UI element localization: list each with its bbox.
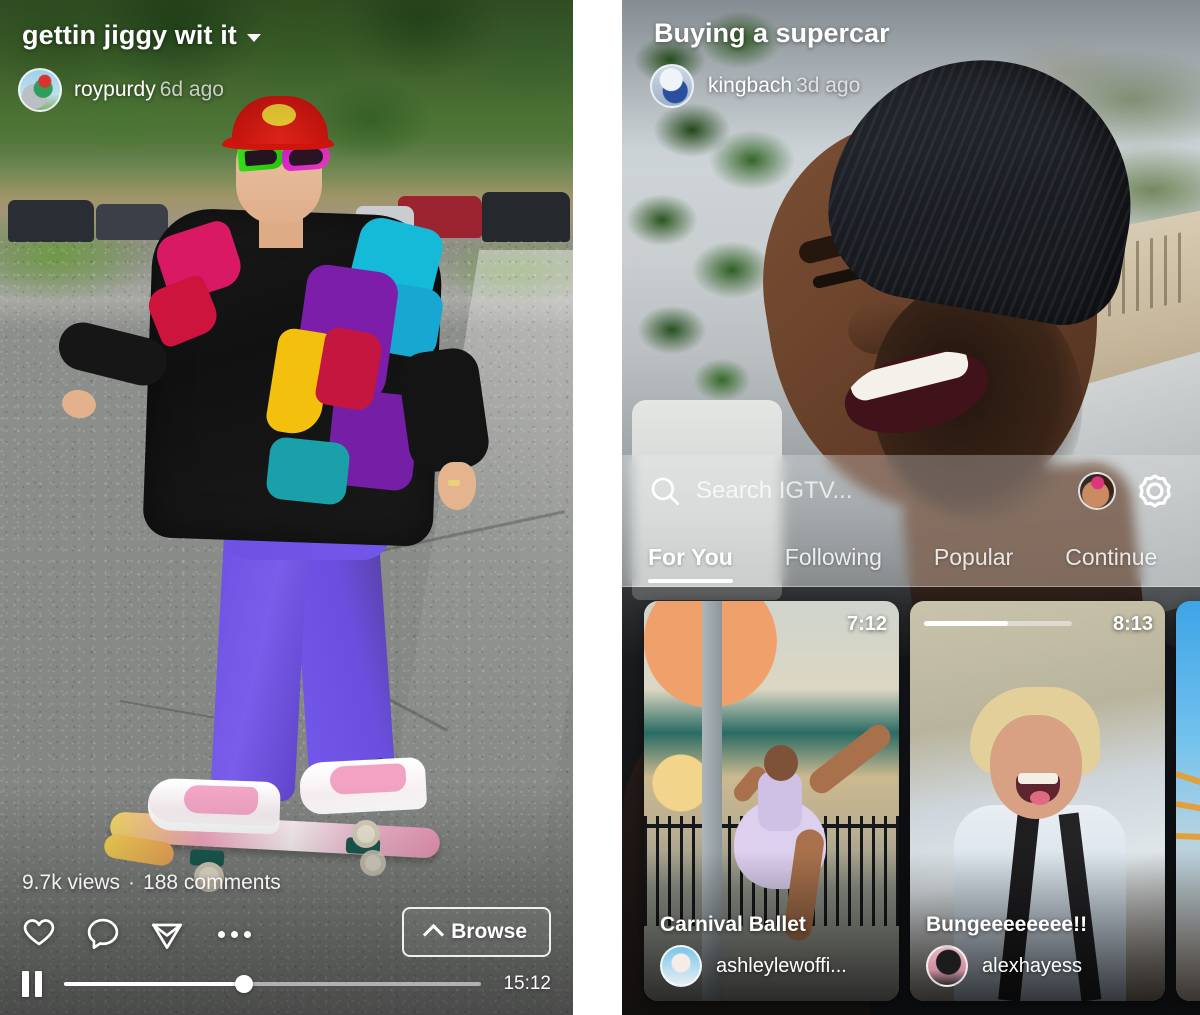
posted-ago: 3d ago (796, 74, 861, 97)
view-count: 9.7k views (22, 871, 121, 894)
video-title-row[interactable]: gettin jiggy wit it (22, 20, 261, 51)
video-duration: 15:12 (503, 973, 551, 994)
card-progress-bar (924, 621, 1072, 626)
card-duration: 7:12 (846, 613, 887, 635)
seek-progress (64, 982, 244, 986)
search-icon[interactable] (648, 474, 682, 508)
skateboarder-subject (0, 0, 573, 1015)
video-card[interactable]: 8:13 Bungeeeeeeee!! alexhayess (910, 601, 1165, 1001)
playback-controls: 15:12 (0, 953, 573, 1015)
card-author-row[interactable]: alexhayess (926, 945, 1082, 987)
skateboard-wheel (360, 850, 386, 876)
panel-divider (573, 0, 622, 1015)
seek-bar[interactable] (64, 975, 482, 993)
subject-teeth (1018, 773, 1058, 784)
skater-ring (448, 480, 460, 486)
igtv-player-panel: gettin jiggy wit it roypurdy 6d ago 9.7k … (0, 0, 573, 1015)
author-username[interactable]: roypurdy (74, 78, 156, 101)
pause-icon[interactable] (22, 971, 42, 997)
skater-arm-right (396, 345, 492, 475)
avatar[interactable] (650, 64, 694, 108)
subject-tongue (1030, 791, 1050, 805)
video-card[interactable]: 7:12 Carnival Ballet ashleylewoffi... (644, 601, 899, 1001)
heart-icon[interactable] (20, 915, 58, 953)
chevron-down-icon[interactable] (246, 34, 261, 42)
stat-separator: · (128, 871, 136, 894)
author-meta: roypurdy 6d ago (74, 78, 224, 102)
card-progress-fill (924, 621, 1009, 626)
tab-following[interactable]: Following (785, 527, 882, 587)
tab-popular[interactable]: Popular (934, 527, 1013, 587)
skater-shoe-accent (183, 784, 259, 816)
browse-sheet: For You Following Popular Continue (622, 455, 1200, 587)
card-author: alexhayess (982, 954, 1083, 977)
paper-plane-icon[interactable] (148, 915, 186, 953)
more-dots-icon[interactable] (218, 930, 251, 938)
card-title: Carnival Ballet (660, 913, 806, 936)
seek-thumb[interactable] (234, 975, 253, 993)
skater-hand-right (438, 462, 476, 510)
video-card[interactable] (1176, 601, 1200, 1001)
jacket-color-block (264, 435, 352, 507)
dancer-head (764, 745, 798, 781)
search-row (622, 455, 1200, 527)
skater-hand-left (59, 387, 99, 421)
author-username[interactable]: kingbach (708, 74, 792, 97)
avatar[interactable] (660, 945, 702, 987)
igtv-browse-panel: Buying a supercar kingbach 3d ago Search… (622, 0, 1200, 1015)
browse-tabs: For You Following Popular Continue (622, 527, 1200, 587)
profile-avatar-icon[interactable] (1078, 472, 1116, 510)
video-title: gettin jiggy wit it (22, 20, 237, 50)
video-frame-skateboarder[interactable] (0, 0, 573, 1015)
comment-count[interactable]: 188 comments (143, 871, 281, 894)
card-author: ashleylewoffi... (716, 954, 847, 977)
card-author-row[interactable]: ashleylewoffi... (660, 945, 847, 987)
browse-button[interactable]: Browse (402, 907, 551, 957)
card-scrim (1176, 851, 1200, 1001)
card-title: Bungeeeeeeee!! (926, 913, 1088, 936)
sheet-actions (1078, 472, 1174, 510)
video-title: Buying a supercar (654, 18, 890, 48)
skateboard-wheel (352, 820, 380, 848)
card-duration: 8:13 (1112, 613, 1153, 635)
browse-button-label: Browse (451, 920, 527, 943)
dancer-leg-raised (804, 719, 896, 799)
author-row[interactable]: kingbach 3d ago (650, 64, 860, 108)
author-row[interactable]: roypurdy 6d ago (18, 68, 224, 112)
screenshot-stage: gettin jiggy wit it roypurdy 6d ago 9.7k … (0, 0, 1200, 1015)
video-carousel[interactable]: 7:12 Carnival Ballet ashleylewoffi... 8:… (622, 587, 1200, 1015)
rope (1176, 771, 1200, 802)
comment-bubble-icon[interactable] (84, 915, 122, 953)
rope (1176, 833, 1200, 843)
search-input[interactable] (696, 477, 1064, 505)
rope (1176, 801, 1200, 822)
tab-continue[interactable]: Continue (1065, 527, 1157, 587)
sunglasses-lens (288, 147, 324, 167)
tab-for-you[interactable]: For You (648, 527, 733, 587)
chevron-up-icon (423, 923, 445, 946)
video-stats: 9.7k views · 188 comments (22, 871, 281, 895)
skater-shoe-accent (329, 763, 407, 795)
author-meta: kingbach 3d ago (708, 74, 860, 98)
avatar[interactable] (926, 945, 968, 987)
gear-icon[interactable] (1136, 472, 1174, 510)
action-bar (20, 915, 251, 953)
avatar[interactable] (18, 68, 62, 112)
cap-logo (262, 104, 296, 126)
posted-ago: 6d ago (159, 78, 224, 101)
